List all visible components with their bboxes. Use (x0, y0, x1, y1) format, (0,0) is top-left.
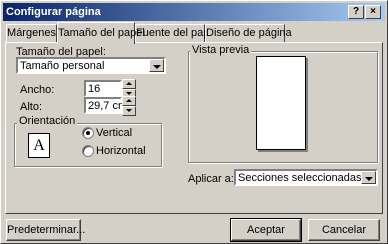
chevron-down-icon[interactable] (361, 171, 376, 184)
spin-up-icon[interactable] (122, 96, 136, 106)
chevron-down-icon[interactable] (149, 59, 164, 72)
window-title: Configurar página (6, 6, 101, 18)
radio-horizontal[interactable] (82, 145, 94, 157)
radio-horizontal-label[interactable]: Horizontal (96, 145, 146, 157)
default-button[interactable]: Predeterminar... (6, 219, 85, 241)
apply-to-label: Aplicar a: (188, 173, 234, 185)
preview-page (256, 56, 306, 150)
spin-down-icon[interactable] (122, 106, 136, 116)
spin-up-icon[interactable] (122, 79, 136, 89)
portrait-page-icon: A (28, 133, 50, 158)
radio-vertical-label[interactable]: Vertical (96, 127, 132, 139)
orientation-label: Orientación (17, 115, 78, 127)
tab-tamano-papel[interactable]: Tamaño del papel (57, 22, 145, 44)
height-label: Alto: (20, 101, 43, 113)
width-label: Ancho: (20, 84, 55, 96)
tab-panel: Tamaño del papel: Tamaño personal Ancho:… (5, 42, 383, 214)
page-setup-dialog: Configurar página ? × Márgenes Tamaño de… (0, 0, 388, 244)
ok-button[interactable]: Aceptar (230, 218, 302, 242)
tab-margenes[interactable]: Márgenes (6, 24, 57, 42)
width-input[interactable]: 16 (84, 80, 122, 97)
apply-to-select[interactable]: Secciones seleccionadas (234, 169, 378, 186)
help-button[interactable]: ? (348, 5, 364, 19)
title-bar: Configurar página ? × (3, 3, 385, 21)
cancel-button[interactable]: Cancelar (308, 219, 380, 241)
height-spinner[interactable] (122, 96, 136, 116)
height-input[interactable]: 29,7 cm (84, 97, 127, 114)
tab-diseno-pagina[interactable]: Diseño de página (205, 24, 292, 42)
radio-vertical[interactable] (82, 127, 94, 139)
paper-size-select[interactable]: Tamaño personal (16, 57, 166, 74)
close-button[interactable]: × (365, 5, 381, 19)
preview-label: Vista previa (190, 44, 252, 56)
tab-fuente-papel[interactable]: Fuente del papel (135, 24, 218, 42)
